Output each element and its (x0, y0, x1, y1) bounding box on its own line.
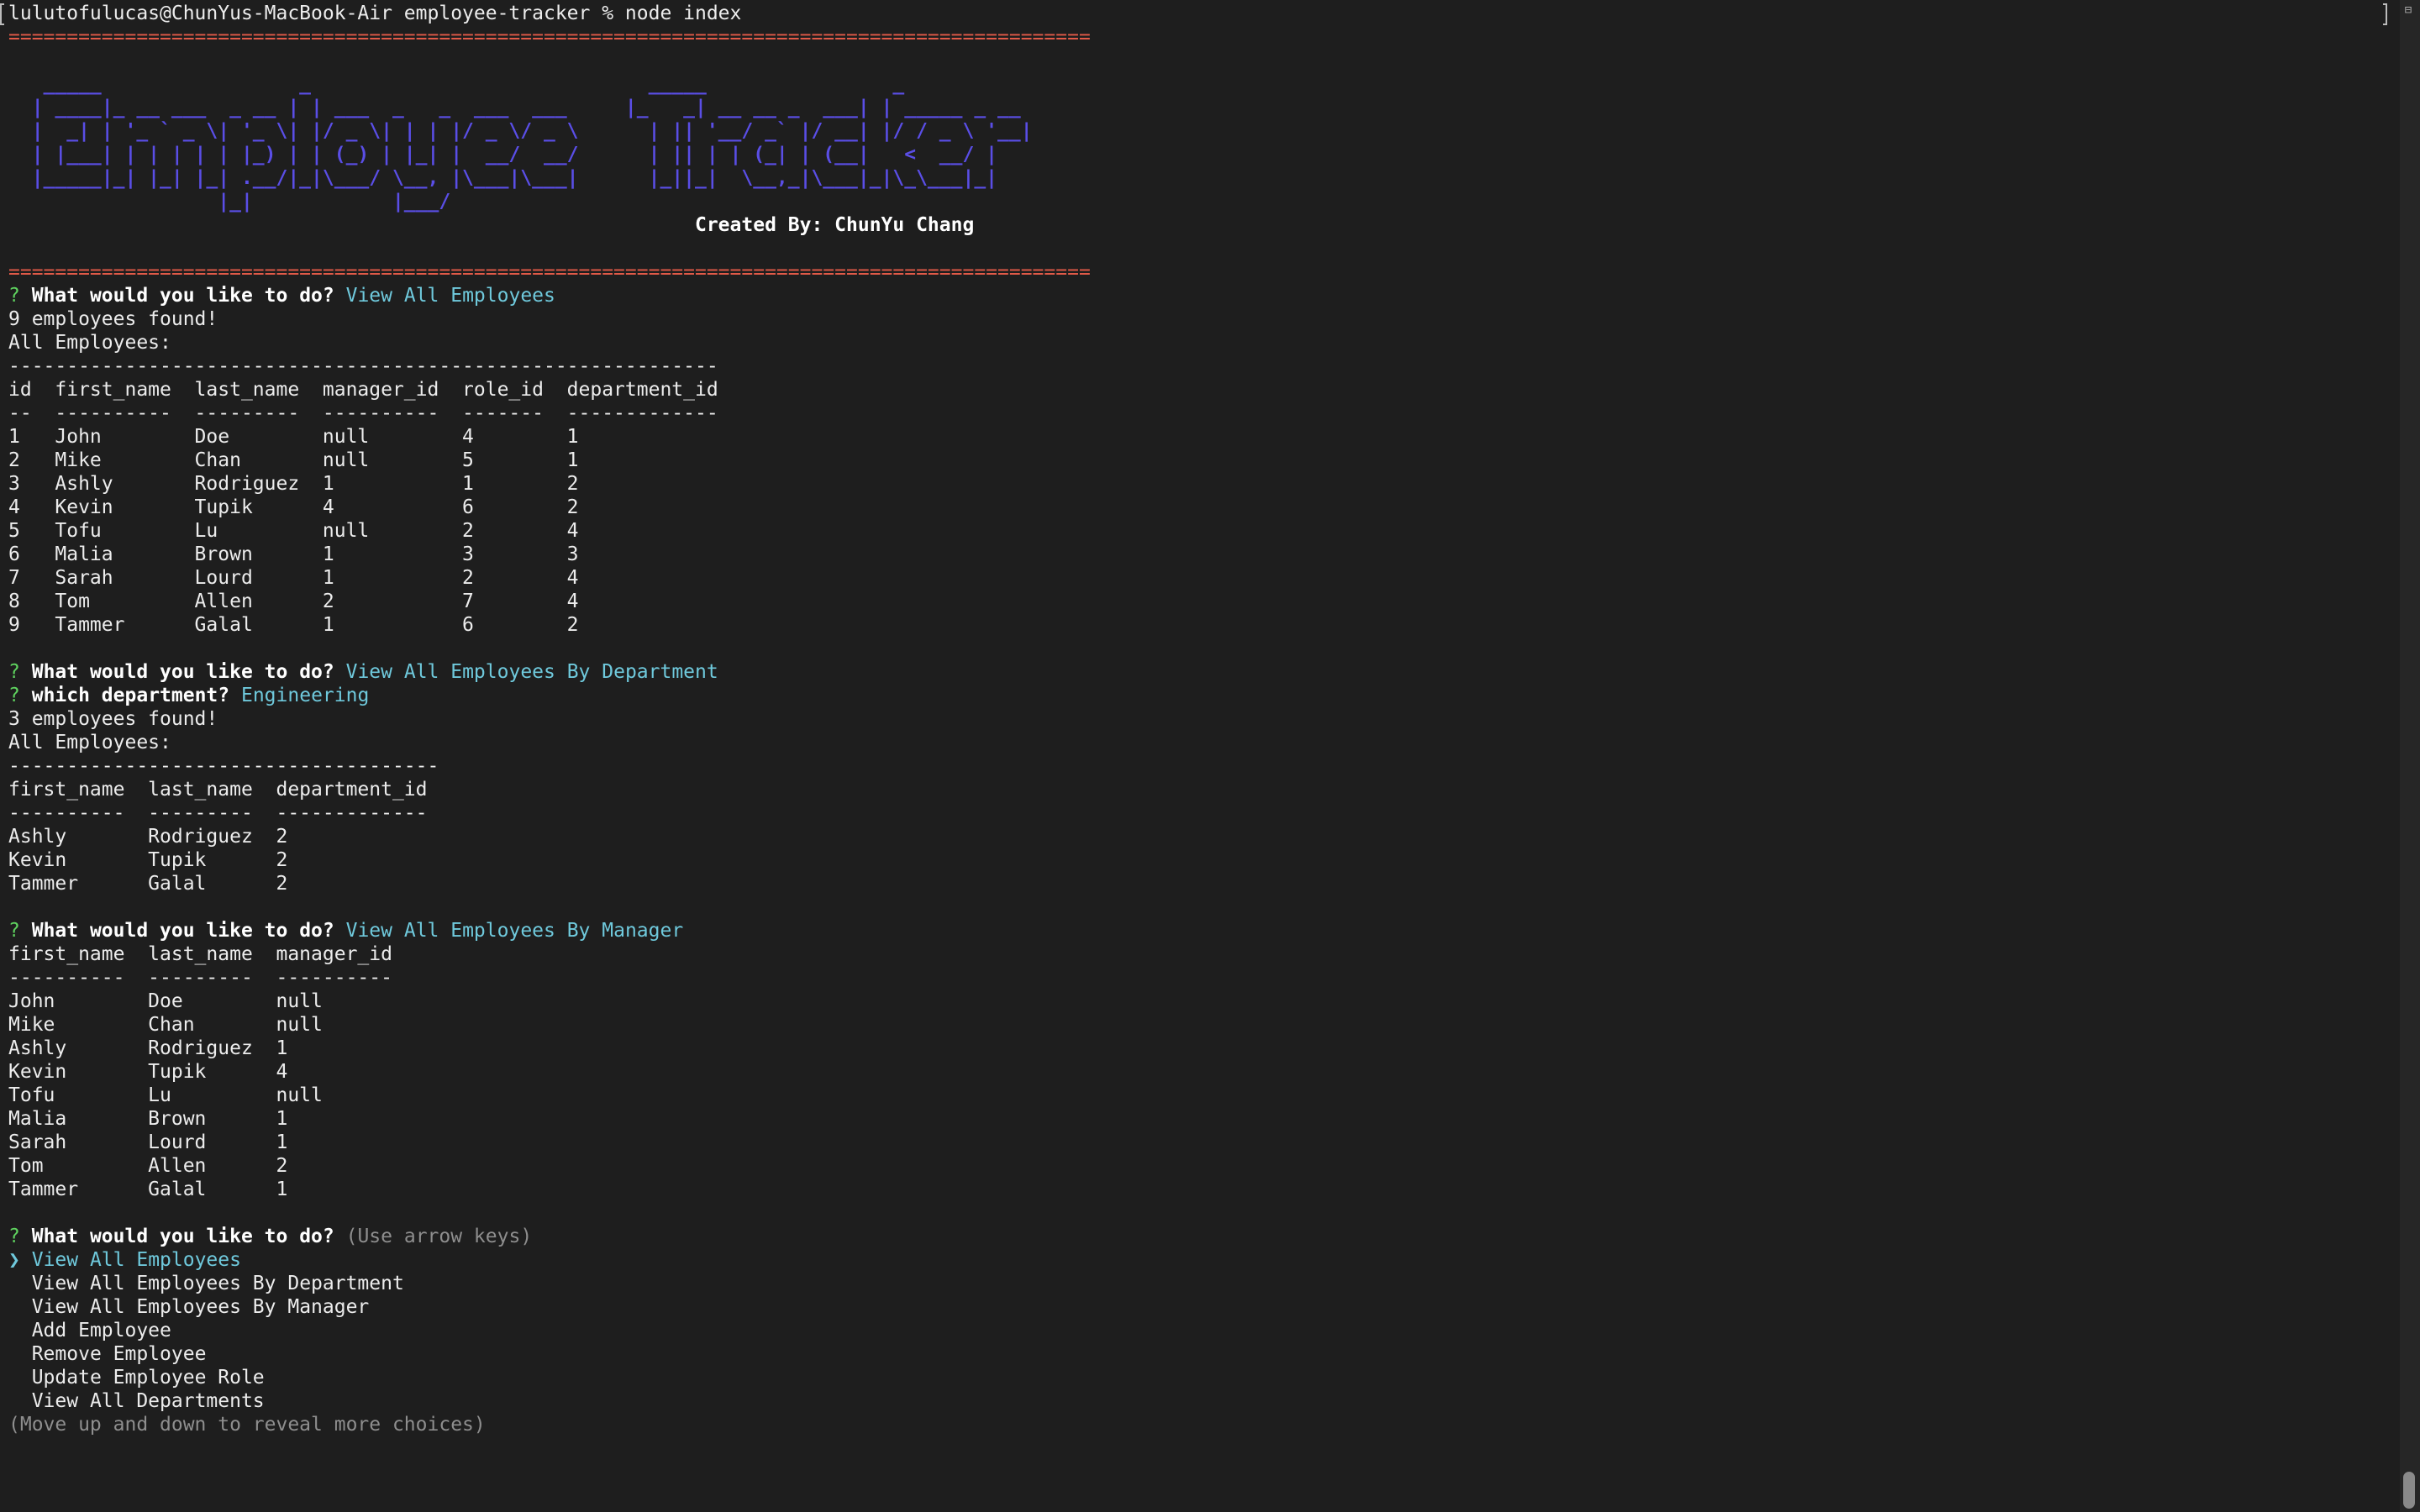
session2-sub-answer: Engineering (240, 685, 370, 706)
session3-question-line: ? What would you like to do? View All Em… (8, 919, 1091, 942)
menu-option[interactable]: Update Employee Role (8, 1366, 1091, 1389)
table-row: 1 John Doe null 4 1 (8, 426, 579, 448)
session2-question: What would you like to do? (31, 661, 334, 683)
terminal-output[interactable]: lulutofulucas@ChunYus-MacBook-Air employ… (8, 2, 1091, 1436)
table-row: 6 Malia Brown 1 3 3 (8, 543, 579, 565)
table-row: Sarah Lourd 1 (8, 1131, 288, 1153)
table-row: Ashly Rodriguez 2 (8, 826, 288, 848)
session3-question: What would you like to do? (31, 920, 334, 942)
session1-question-line: ? What would you like to do? View All Em… (8, 284, 1091, 307)
menu-option-by-manager[interactable]: View All Employees By Manager (32, 1296, 370, 1318)
menu-option-view-departments[interactable]: View All Departments (32, 1390, 265, 1412)
menu-option[interactable]: View All Employees By Manager (8, 1295, 1091, 1319)
session1-table-header: id first_name last_name manager_id role_… (8, 379, 718, 401)
banner-ascii-line-2: | ____|_ __ ___ _ __ | | ___ _ _ ___ ___… (8, 97, 1021, 118)
session2-table-divider: ---------- --------- ------------- (8, 802, 428, 824)
selection-bracket-left (0, 3, 4, 25)
table-row: 3 Ashly Rodriguez 1 1 2 (8, 473, 579, 495)
banner-rule-bottom: ========================================… (8, 261, 1091, 283)
table-row: 5 Tofu Lu null 2 4 (8, 520, 579, 542)
shell-prompt: lulutofulucas@ChunYus-MacBook-Air employ… (8, 3, 625, 24)
banner-ascii-line-1: _____ _ _____ _ (8, 73, 905, 95)
menu-option-by-department[interactable]: View All Employees By Department (32, 1273, 404, 1294)
table-row: 4 Kevin Tupik 4 6 2 (8, 496, 579, 518)
session3-table-header: first_name last_name manager_id (8, 943, 392, 965)
session1-question: What would you like to do? (31, 285, 334, 307)
session2-question-line: ? What would you like to do? View All Em… (8, 660, 1091, 684)
session2-rule: ------------------------------------- (8, 755, 439, 777)
session1-answer: View All Employees (345, 285, 555, 307)
menu-option[interactable]: View All Employees By Department (8, 1272, 1091, 1295)
table-row: Tammer Galal 1 (8, 1179, 288, 1200)
table-row: Kevin Tupik 4 (8, 1061, 288, 1083)
table-row: Mike Chan null (8, 1014, 323, 1036)
table-row: Tom Allen 2 (8, 1155, 288, 1177)
shell-command-line: lulutofulucas@ChunYus-MacBook-Air employ… (8, 2, 1091, 25)
session2-subquestion-line: ? which department? Engineering (8, 684, 1091, 707)
session1-rule: ----------------------------------------… (8, 355, 718, 377)
banner-ascii-line-6: |_| |___/ (8, 191, 451, 213)
menu-option[interactable]: Remove Employee (8, 1342, 1091, 1366)
banner-ascii-line-5: |_____|_| |_| |_| .__/|_|\___/ \__, |\__… (8, 167, 998, 189)
menu-footer: (Move up and down to reveal more choices… (8, 1414, 486, 1436)
scrollbar-thumb[interactable] (2403, 1472, 2415, 1509)
terminal-window[interactable]: lulutofulucas@ChunYus-MacBook-Air employ… (0, 0, 2400, 1512)
question-mark: ? (8, 1226, 20, 1247)
table-row: 7 Sarah Lourd 1 2 4 (8, 567, 579, 589)
session3-table-divider: ---------- --------- ---------- (8, 967, 392, 989)
table-row: Kevin Tupik 2 (8, 849, 288, 871)
menu-option[interactable]: View All Departments (8, 1389, 1091, 1413)
session2-table-header: first_name last_name department_id (8, 779, 428, 801)
table-row: 9 Tammer Galal 1 6 2 (8, 614, 579, 636)
banner-ascii-line-3: | _| | '_ ` _ \| '_ \| |/ _ \| | | |/ _ … (8, 120, 1033, 142)
table-row: Malia Brown 1 (8, 1108, 288, 1130)
banner-credit: Created By: ChunYu Chang (694, 214, 975, 236)
banner-ascii-line-4: | |___| | | | | | |_) | | (_) | |_| | __… (8, 144, 998, 165)
question-mark: ? (8, 685, 20, 706)
menu-question: What would you like to do? (31, 1226, 334, 1247)
pointer-icon: ❯ (8, 1249, 20, 1271)
session2-sub-question: which department? (31, 685, 230, 706)
table-row: Tofu Lu null (8, 1084, 323, 1106)
menu-option-update-role[interactable]: Update Employee Role (32, 1367, 265, 1389)
session2-answer: View All Employees By Department (345, 661, 718, 683)
scrollbar-track[interactable] (2400, 0, 2420, 1512)
menu-option-view-all-employees[interactable]: View All Employees (32, 1249, 241, 1271)
split-view-icon[interactable]: ⊟ (2402, 3, 2415, 17)
session1-heading: All Employees: (8, 332, 171, 354)
question-mark: ? (8, 920, 20, 942)
banner-credit-line: Created By: ChunYu Chang (8, 213, 1091, 237)
menu-option-add-employee[interactable]: Add Employee (32, 1320, 171, 1341)
selection-bracket-right (2383, 3, 2387, 25)
menu-option-remove-employee[interactable]: Remove Employee (32, 1343, 207, 1365)
table-row: John Doe null (8, 990, 323, 1012)
shell-command: node index (624, 3, 742, 24)
session3-answer: View All Employees By Manager (345, 920, 684, 942)
menu-option-selected[interactable]: ❯ View All Employees (8, 1248, 1091, 1272)
menu-question-line: ? What would you like to do? (Use arrow … (8, 1225, 1091, 1248)
table-row: 8 Tom Allen 2 7 4 (8, 591, 579, 612)
menu-hint: (Use arrow keys) (345, 1226, 533, 1247)
question-mark: ? (8, 661, 20, 683)
session1-found: 9 employees found! (8, 308, 218, 330)
table-row: 2 Mike Chan null 5 1 (8, 449, 579, 471)
session1-table-divider: -- ---------- --------- ---------- -----… (8, 402, 718, 424)
banner-rule-top: ========================================… (8, 26, 1091, 48)
table-row: Tammer Galal 2 (8, 873, 288, 895)
session2-heading: All Employees: (8, 732, 171, 753)
session2-found: 3 employees found! (8, 708, 218, 730)
table-row: Ashly Rodriguez 1 (8, 1037, 288, 1059)
question-mark: ? (8, 285, 20, 307)
menu-option[interactable]: Add Employee (8, 1319, 1091, 1342)
